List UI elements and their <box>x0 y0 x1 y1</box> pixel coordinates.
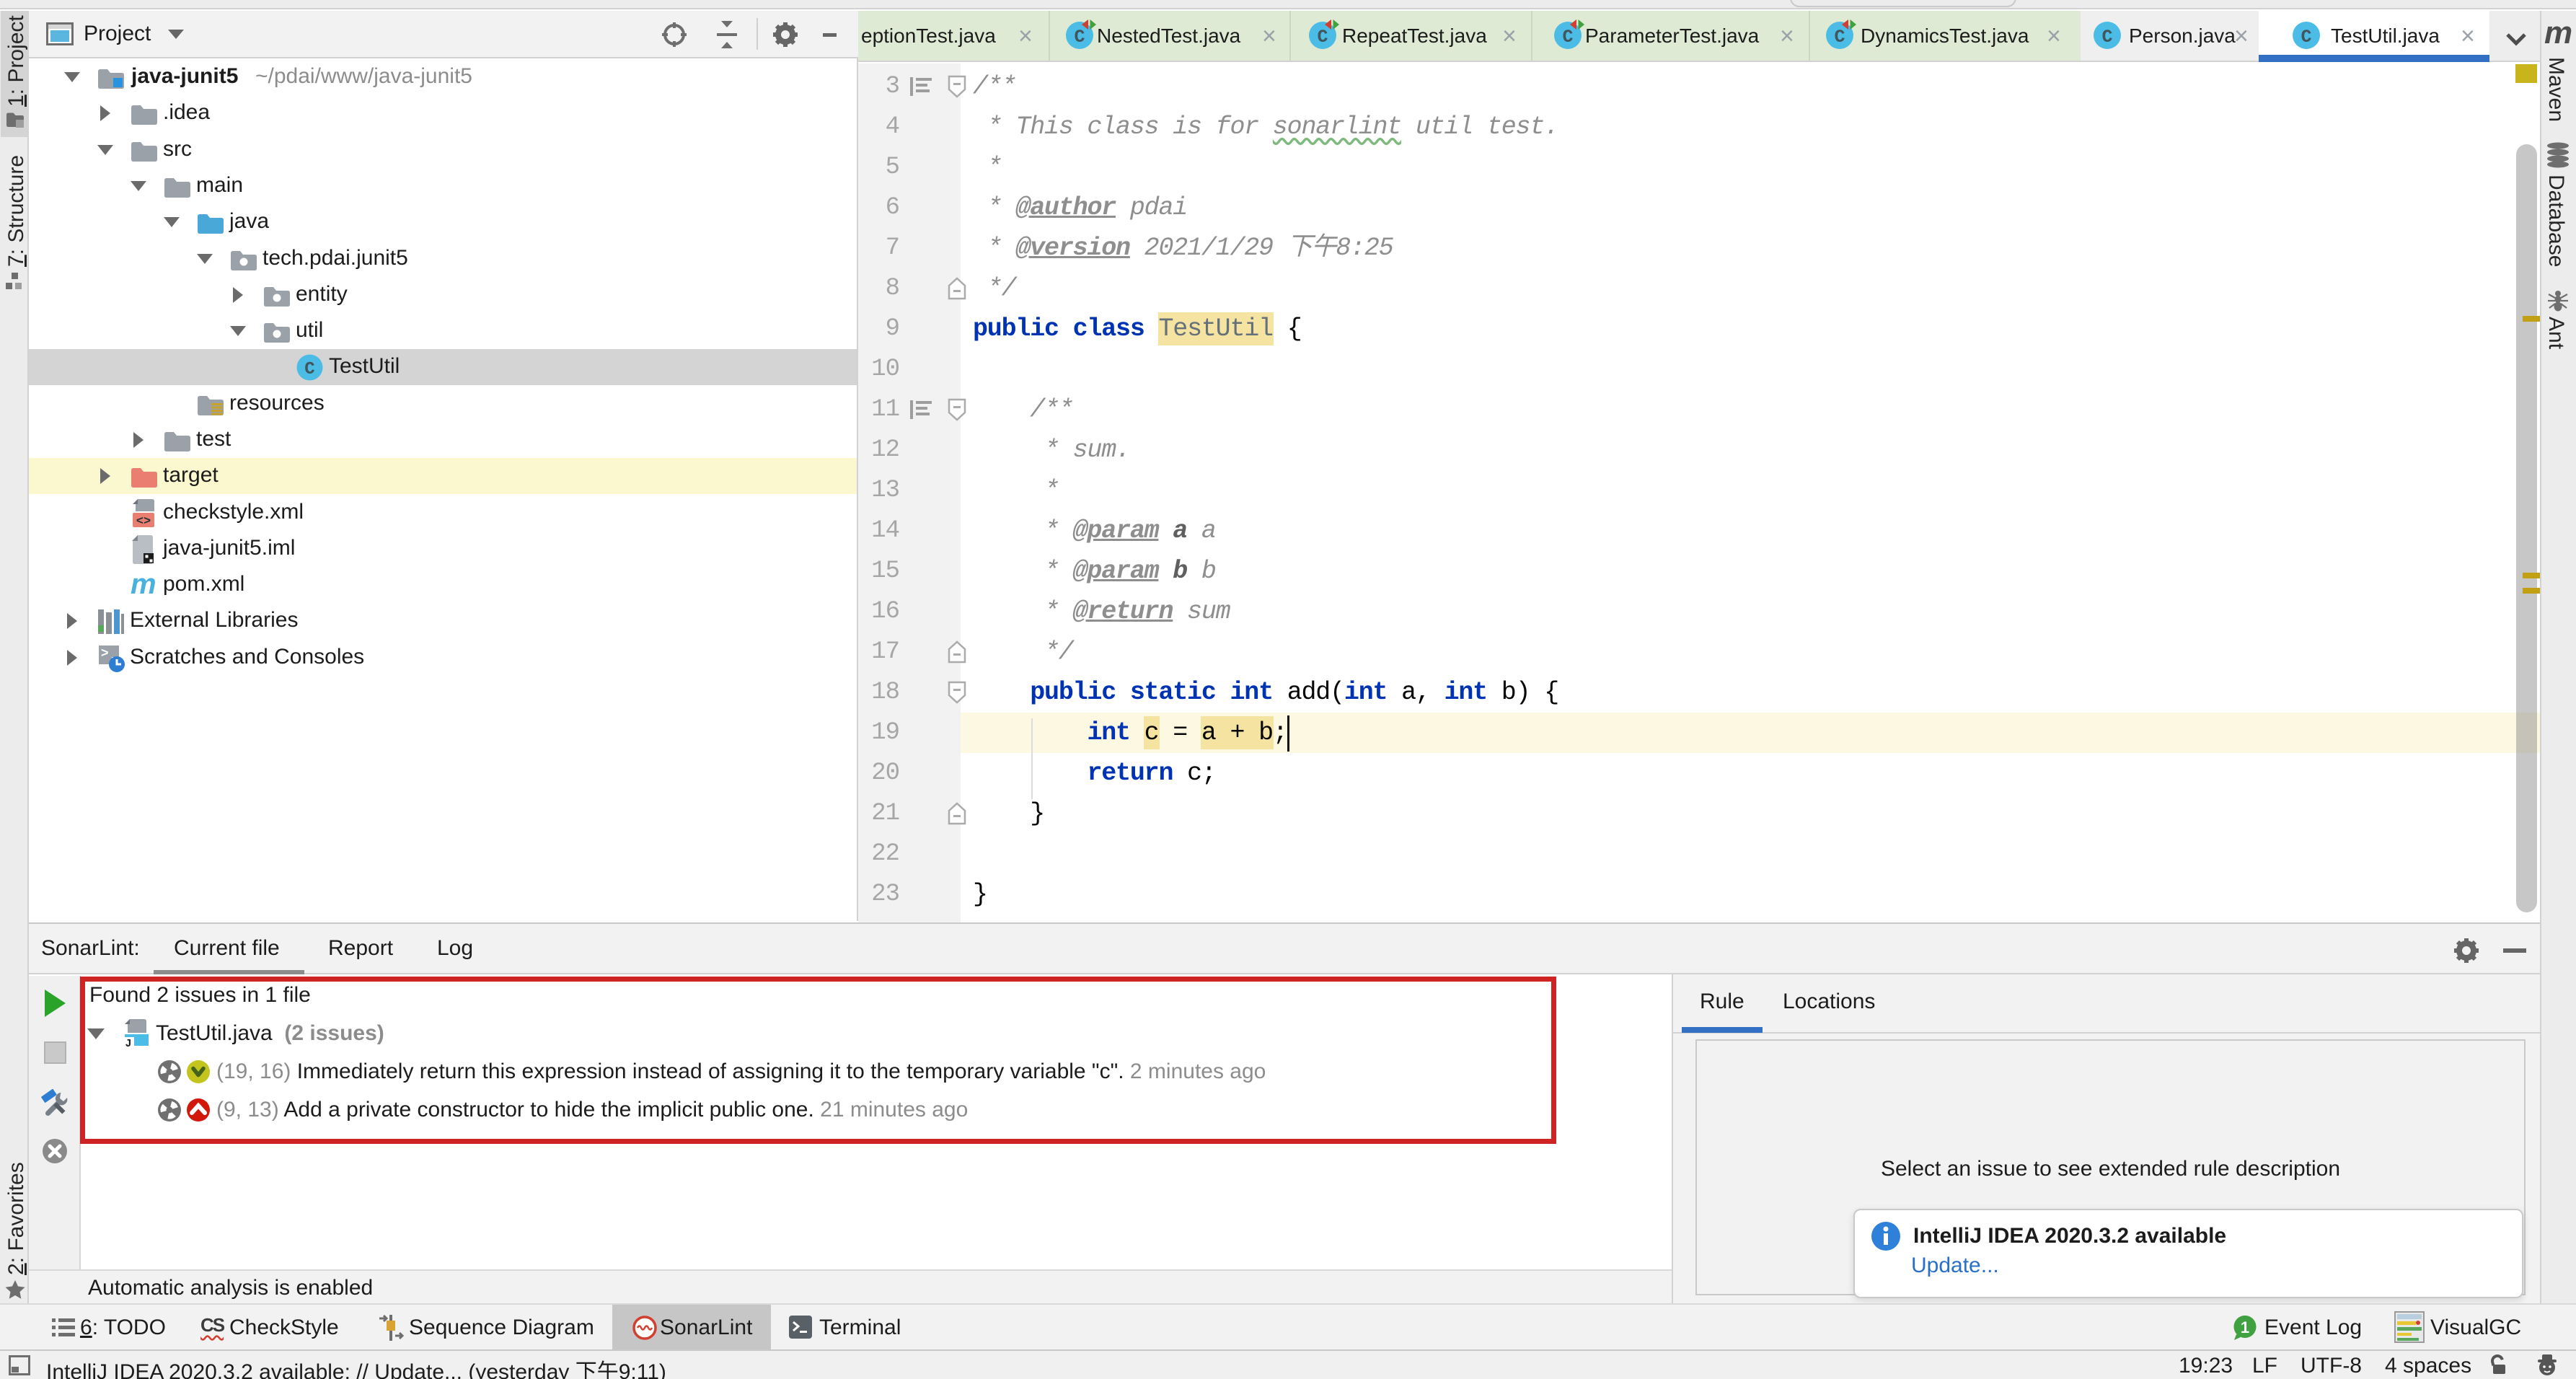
svg-text:1: 1 <box>2241 1318 2249 1336</box>
svg-text:C: C <box>1317 27 1328 48</box>
svg-text:>: > <box>101 646 109 660</box>
svg-text:C: C <box>2301 27 2311 48</box>
svg-text:C: C <box>2101 27 2112 48</box>
svg-text:C: C <box>1562 27 1573 48</box>
svg-text:C: C <box>1834 27 1845 48</box>
svg-text:C: C <box>304 360 314 379</box>
svg-text:<>: <> <box>136 515 151 529</box>
svg-text:C: C <box>1074 27 1085 48</box>
